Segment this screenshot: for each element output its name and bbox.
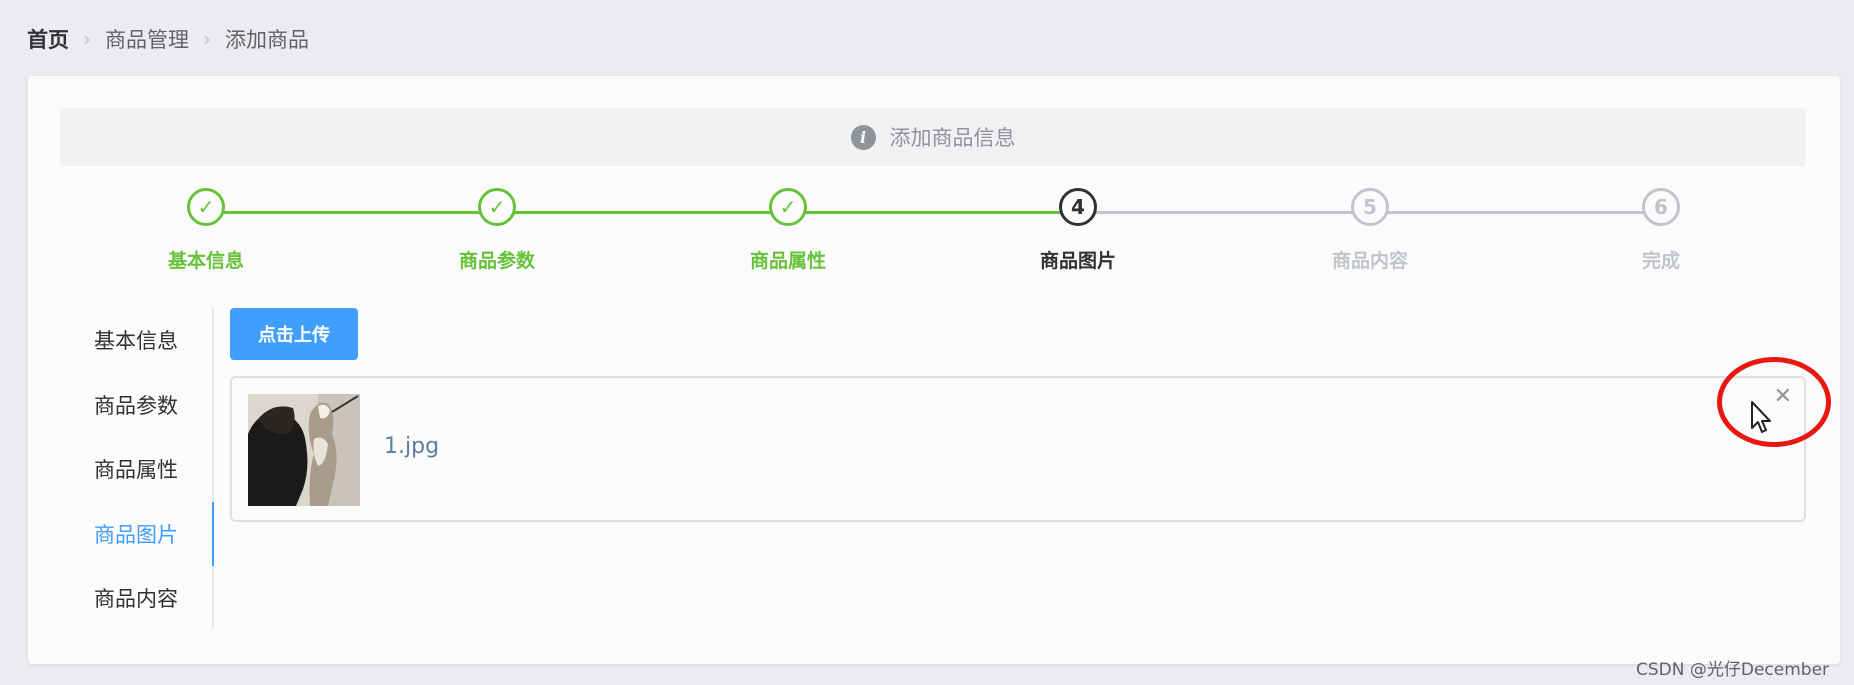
tab-basic-info[interactable]: 基本信息 (74, 308, 212, 373)
step-basic-info: ✓ 基本信息 (126, 188, 286, 273)
breadcrumb: 首页 › 商品管理 › 添加商品 (27, 24, 309, 54)
upload-button[interactable]: 点击上传 (230, 308, 358, 360)
tab-goods-images[interactable]: 商品图片 (74, 501, 214, 567)
breadcrumb-goods-management: 商品管理 (105, 28, 189, 52)
info-icon: i (850, 124, 876, 150)
step-label: 商品参数 (458, 250, 535, 272)
breadcrumb-add-goods: 添加商品 (225, 28, 309, 52)
check-icon: ✓ (187, 188, 225, 226)
annotation-circle (1717, 357, 1831, 447)
step-number: 6 (1642, 188, 1680, 226)
chevron-right-icon: › (83, 27, 91, 51)
step-label: 基本信息 (167, 250, 244, 272)
step-label: 商品内容 (1331, 250, 1408, 272)
step-finish: 6 完成 (1581, 188, 1741, 273)
watermark: CSDN @光仔December (1636, 660, 1830, 680)
step-connector-done (194, 211, 1080, 214)
upload-file-item[interactable]: 1.jpg ✕ (230, 376, 1806, 522)
alert-title: 添加商品信息 (889, 126, 1016, 150)
breadcrumb-home[interactable]: 首页 (27, 24, 69, 54)
step-goods-images: 4 商品图片 (998, 188, 1158, 273)
step-number: 5 (1351, 188, 1389, 226)
file-name[interactable]: 1.jpg (384, 434, 439, 459)
step-goods-attrs: ✓ 商品属性 (708, 188, 868, 273)
step-label: 完成 (1641, 250, 1680, 272)
step-goods-content: 5 商品内容 (1290, 188, 1450, 273)
step-label: 商品图片 (1039, 250, 1116, 272)
step-number: 4 (1059, 188, 1097, 226)
chevron-right-icon: › (203, 27, 211, 51)
tab-goods-params[interactable]: 商品参数 (74, 373, 212, 438)
tab-goods-content[interactable]: 商品内容 (74, 566, 212, 631)
tab-goods-attrs[interactable]: 商品属性 (74, 437, 212, 502)
vertical-tabs: 基本信息 商品参数 商品属性 商品图片 商品内容 (74, 308, 214, 628)
file-thumbnail[interactable] (248, 394, 360, 506)
check-icon: ✓ (478, 188, 516, 226)
check-icon: ✓ (769, 188, 807, 226)
thumbnail-image (248, 394, 360, 506)
info-alert: i 添加商品信息 (60, 108, 1806, 166)
step-label: 商品属性 (749, 250, 826, 272)
step-goods-params: ✓ 商品参数 (417, 188, 577, 273)
content-card: i 添加商品信息 ✓ 基本信息 ✓ 商品参数 ✓ 商品属性 4 商品图片 5 商… (28, 76, 1840, 664)
steps-bar: ✓ 基本信息 ✓ 商品参数 ✓ 商品属性 4 商品图片 5 商品内容 6 完成 (28, 188, 1840, 278)
